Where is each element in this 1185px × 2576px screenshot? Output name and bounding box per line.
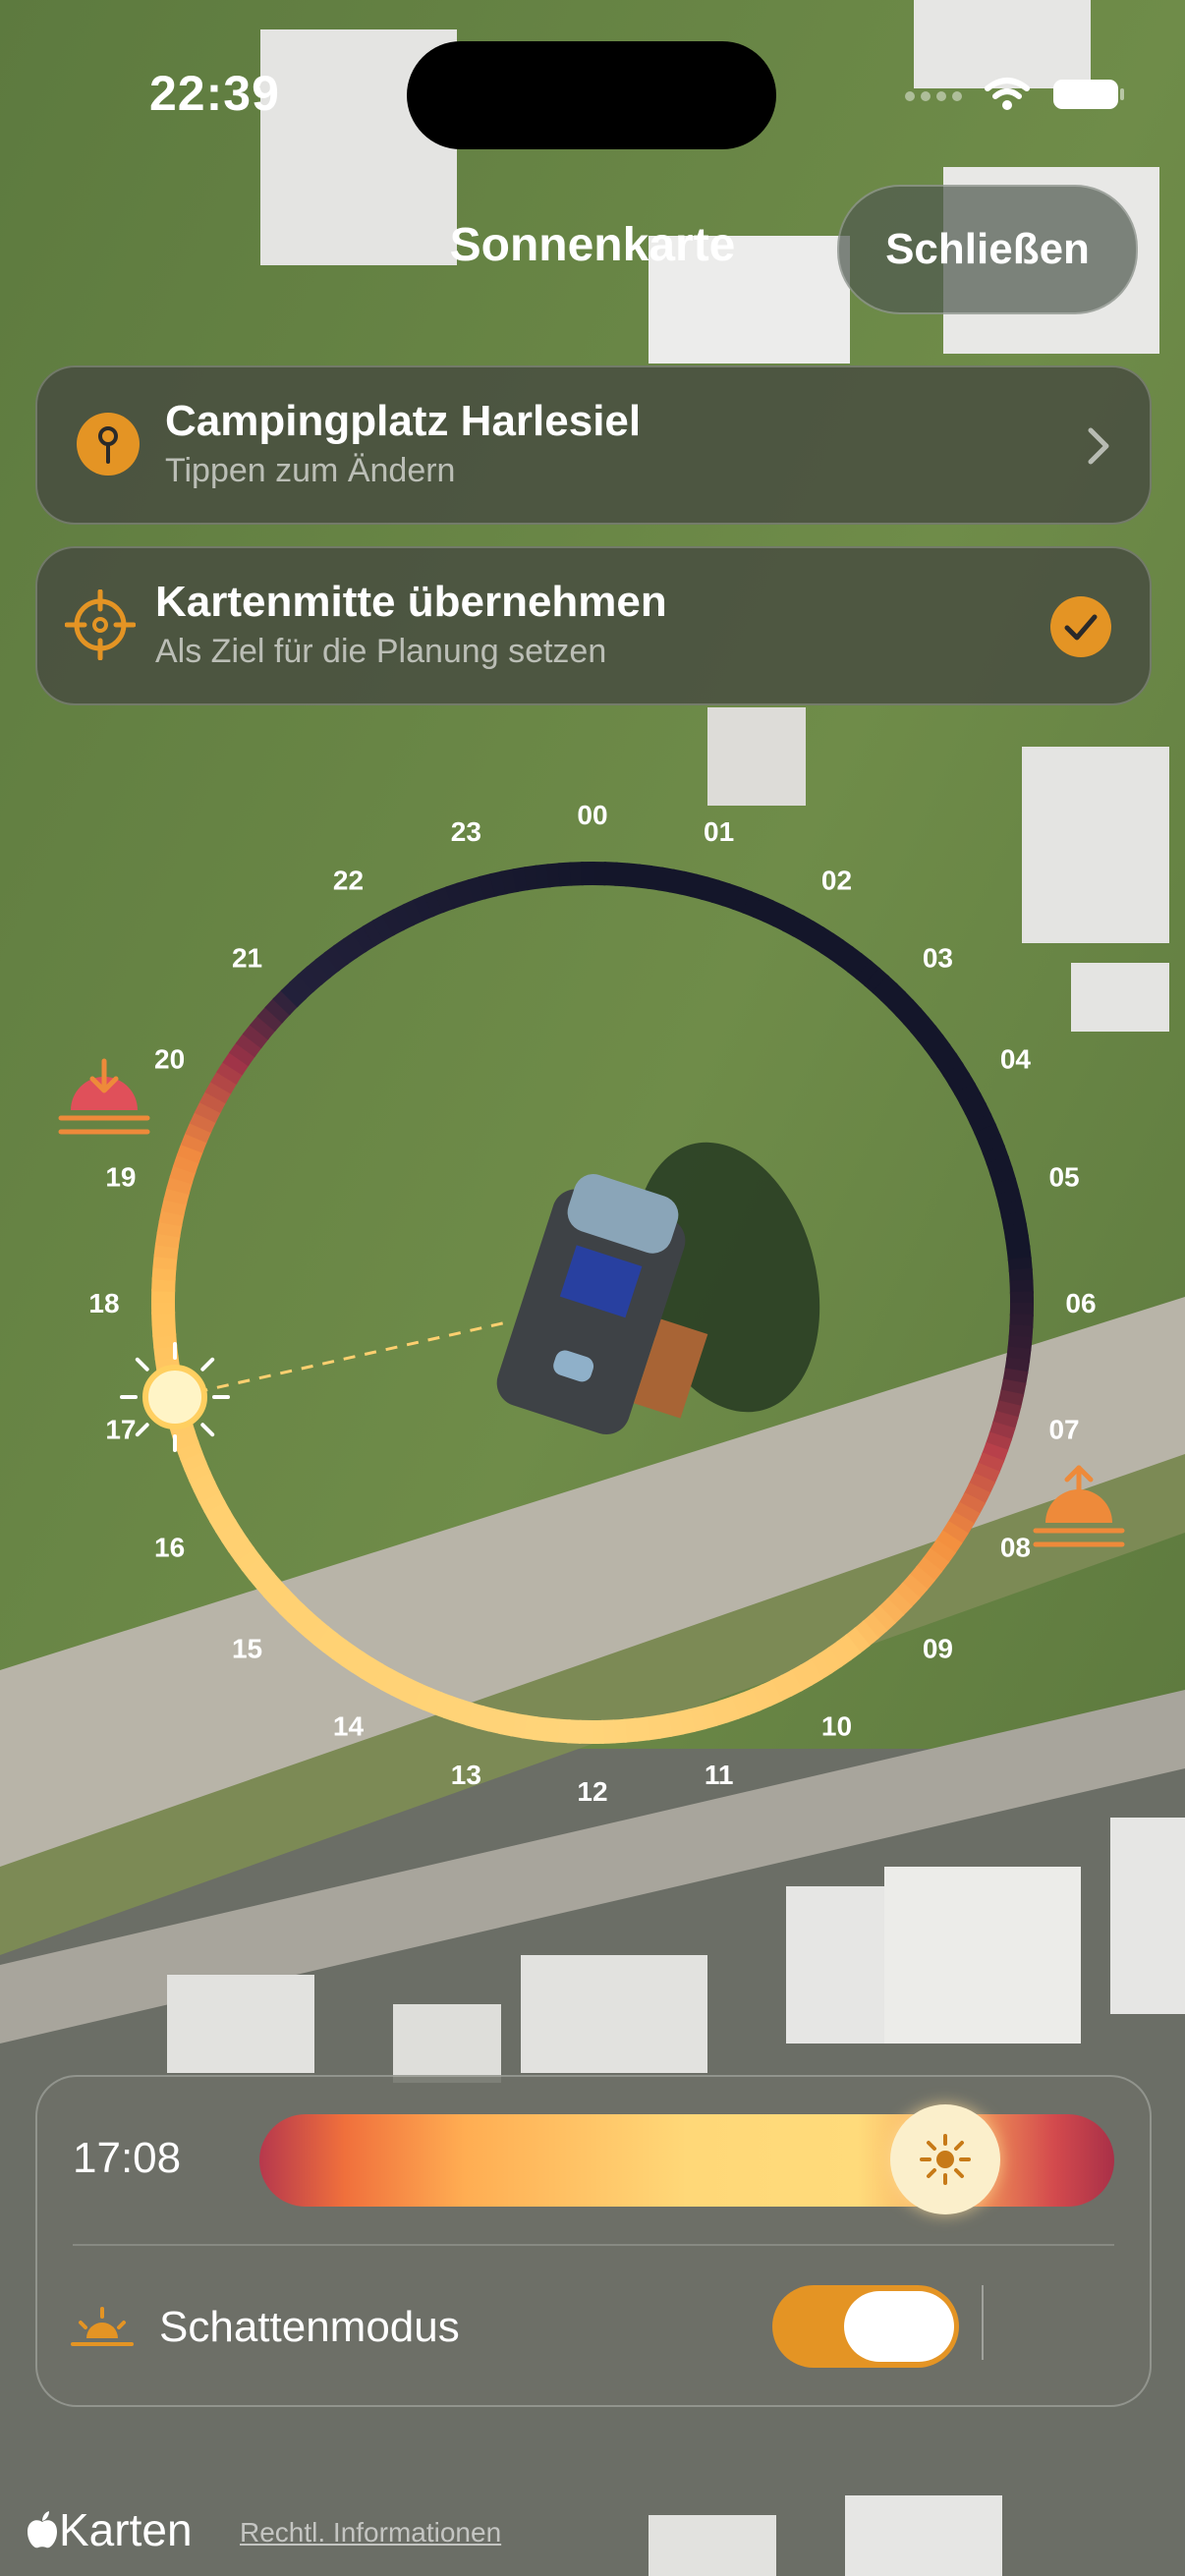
sun-ray: [135, 1357, 149, 1372]
sun-ray: [135, 1423, 149, 1437]
hour-label: 09: [923, 1633, 953, 1663]
legal-link[interactable]: Rechtl. Informationen: [240, 2517, 501, 2548]
maps-logo: Karten: [26, 2503, 193, 2556]
sun-ray: [200, 1423, 215, 1437]
toggle-knob[interactable]: [844, 2291, 954, 2362]
hour-label: 08: [1000, 1533, 1031, 1563]
hour-label: 17: [105, 1415, 136, 1445]
hour-label: 02: [821, 866, 852, 896]
hour-label: 14: [333, 1710, 365, 1741]
hour-label: 16: [154, 1533, 185, 1563]
hour-label: 21: [232, 943, 262, 974]
hour-label: 18: [88, 1288, 119, 1318]
shadow-mode-label: Schattenmodus: [159, 2303, 460, 2351]
apple-icon: [28, 2511, 57, 2548]
sun-icon: [920, 2134, 971, 2185]
hour-label: 05: [1048, 1161, 1079, 1192]
selected-time: 17:08: [73, 2134, 182, 2182]
hour-label: 04: [1000, 1044, 1032, 1075]
panel-separator: [982, 2285, 984, 2360]
hour-label: 12: [577, 1776, 607, 1807]
sun-path-ring: [151, 862, 1034, 1744]
hour-label: 03: [923, 943, 953, 974]
hour-label: 19: [105, 1161, 136, 1192]
hour-label: 15: [232, 1633, 262, 1663]
hour-label: 11: [705, 1760, 734, 1790]
hour-label: 06: [1065, 1288, 1096, 1318]
maps-brand: Karten: [59, 2504, 193, 2555]
hour-label: 20: [154, 1044, 185, 1075]
hour-label: 22: [333, 866, 364, 896]
time-slider-thumb[interactable]: [890, 2104, 1000, 2214]
panel-divider: [73, 2244, 1114, 2246]
sunset-small-icon: [71, 2307, 134, 2346]
sun-ray: [200, 1357, 215, 1372]
hour-label: 23: [451, 816, 481, 847]
hour-label: 07: [1048, 1415, 1079, 1445]
sunset-icon: [58, 1058, 150, 1135]
hour-label: 13: [451, 1760, 481, 1790]
hour-label: 01: [704, 816, 734, 847]
hour-label: 00: [577, 800, 607, 830]
hour-labels: 00 01 02 03 04 05 06 07 08 09 10 11 12 13 14 15 16 17 18 19…: [88, 800, 1096, 1807]
hour-label: 10: [821, 1710, 852, 1741]
sun-direction-line: [174, 1319, 512, 1399]
sunrise-icon: [1033, 1465, 1125, 1547]
